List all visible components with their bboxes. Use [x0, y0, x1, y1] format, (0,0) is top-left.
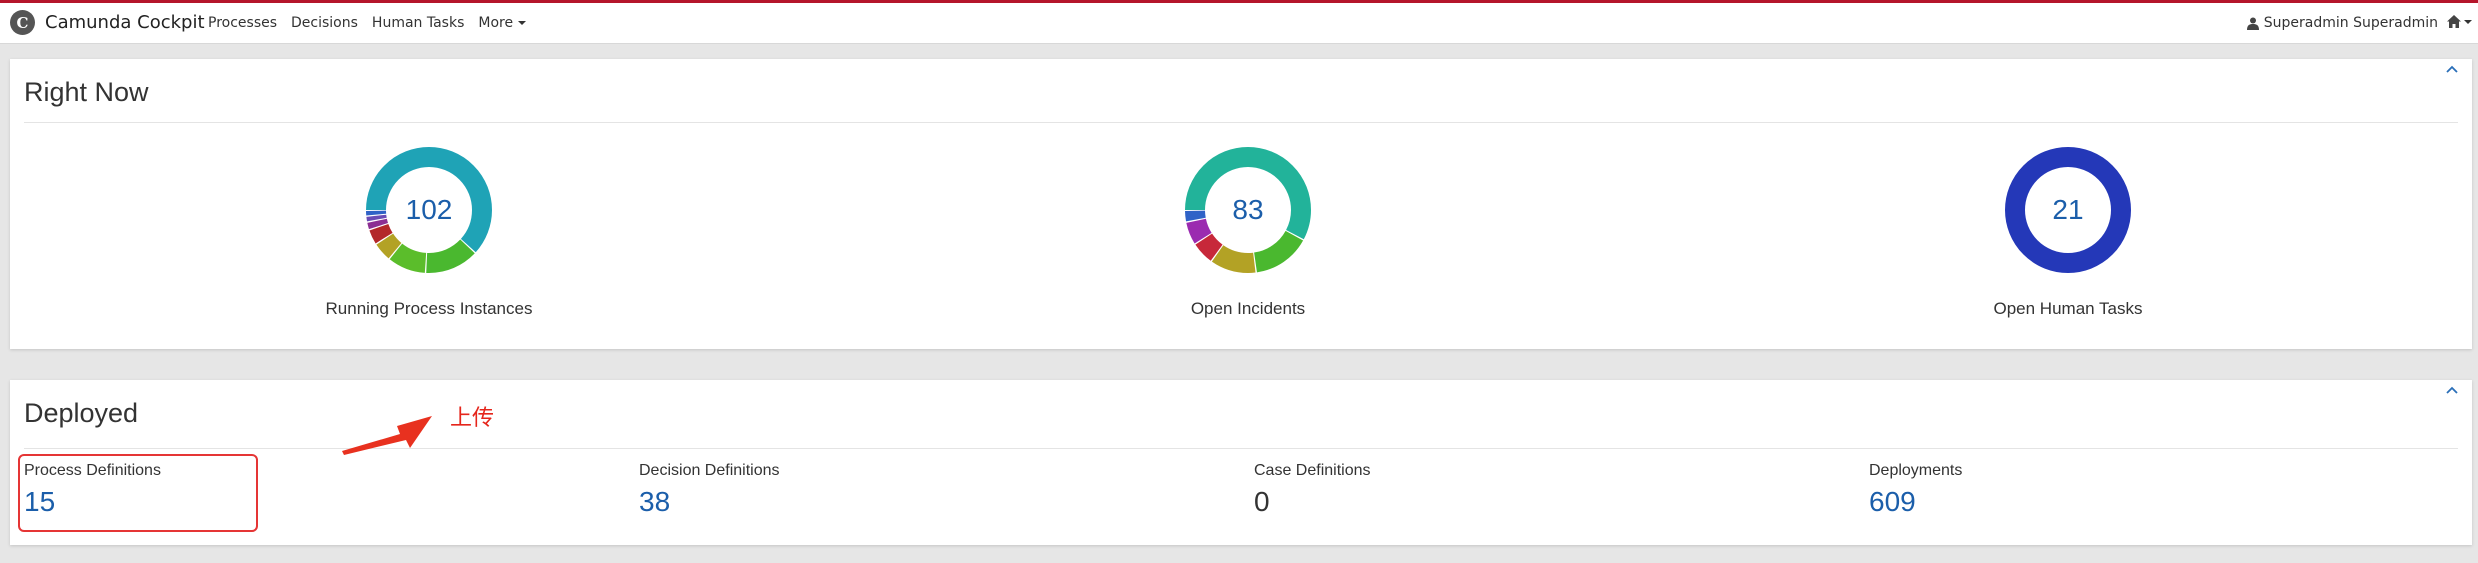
donut-label: Open Incidents — [1190, 299, 1306, 318]
nav-processes[interactable]: Processes — [208, 15, 277, 31]
nav-decisions[interactable]: Decisions — [291, 15, 358, 31]
brand[interactable]: C Camunda Cockpit — [10, 10, 205, 35]
stat-label: Decision Definitions — [639, 462, 780, 479]
running-process-instances-widget[interactable]: 102 Running Process Instances — [279, 147, 579, 319]
panel-title: Deployed — [24, 398, 139, 428]
user-menu[interactable]: Superadmin Superadmin — [2246, 15, 2438, 31]
stat-value: 0 — [1254, 486, 1270, 517]
donut-value[interactable]: 83 — [1185, 147, 1311, 273]
chevron-down-icon — [2464, 19, 2472, 24]
stat-label: Deployments — [1869, 462, 1963, 479]
divider — [24, 122, 2458, 123]
open-human-tasks-widget[interactable]: 21 Open Human Tasks — [1918, 147, 2218, 319]
case-definitions-stat[interactable]: Case Definitions 0 — [1254, 462, 1371, 518]
donut-chart[interactable]: 102 — [366, 147, 492, 273]
chevron-down-icon — [518, 21, 527, 25]
donut-chart[interactable]: 21 — [2005, 147, 2131, 273]
panel-title: Right Now — [24, 77, 149, 107]
user-icon — [2246, 17, 2259, 30]
deployments-stat[interactable]: Deployments 609 — [1869, 462, 1962, 518]
home-menu[interactable] — [2447, 15, 2472, 28]
chevron-up-icon[interactable] — [2446, 386, 2458, 394]
stat-value[interactable]: 15 — [24, 486, 161, 518]
annotation-text: 上传 — [450, 406, 495, 431]
stat-value[interactable]: 38 — [639, 486, 780, 518]
stat-value[interactable]: 609 — [1869, 486, 1962, 518]
decision-definitions-stat[interactable]: Decision Definitions 38 — [639, 462, 780, 518]
donut-value[interactable]: 102 — [366, 147, 492, 273]
donut-value[interactable]: 21 — [2005, 147, 2131, 273]
deployed-panel: Deployed 上传 Process Definitions 15 Decis… — [10, 380, 2472, 545]
nav-more-label: More — [478, 15, 514, 31]
right-now-panel: Right Now 102 Running Process Instances … — [10, 59, 2472, 349]
donut-label: Running Process Instances — [325, 299, 533, 318]
stat-label: Case Definitions — [1254, 462, 1371, 479]
donut-chart[interactable]: 83 — [1185, 147, 1311, 273]
nav-human-tasks[interactable]: Human Tasks — [372, 15, 464, 31]
process-definitions-stat[interactable]: Process Definitions 15 — [24, 462, 161, 518]
donut-label: Open Human Tasks — [1993, 299, 2143, 318]
main-nav: Processes Decisions Human Tasks More — [208, 15, 540, 31]
camunda-logo-icon: C — [10, 10, 35, 35]
top-navbar: C Camunda Cockpit Processes Decisions Hu… — [0, 0, 2478, 44]
app-title: Camunda Cockpit — [45, 12, 205, 33]
stat-label: Process Definitions — [24, 462, 161, 479]
chevron-up-icon[interactable] — [2446, 65, 2458, 73]
open-incidents-widget[interactable]: 83 Open Incidents — [1098, 147, 1398, 319]
user-name: Superadmin Superadmin — [2263, 15, 2438, 31]
home-icon — [2447, 15, 2461, 28]
annotation-arrow-icon — [342, 416, 432, 455]
nav-more-dropdown[interactable]: More — [478, 15, 527, 31]
